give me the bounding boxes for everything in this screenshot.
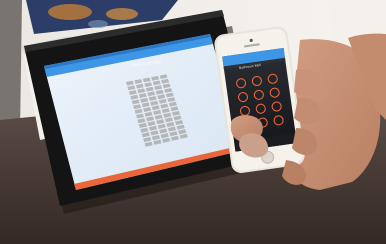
photo-scene: Bathroom Wall Bathroom Wall bbox=[0, 0, 386, 244]
scene-svg bbox=[0, 0, 386, 244]
